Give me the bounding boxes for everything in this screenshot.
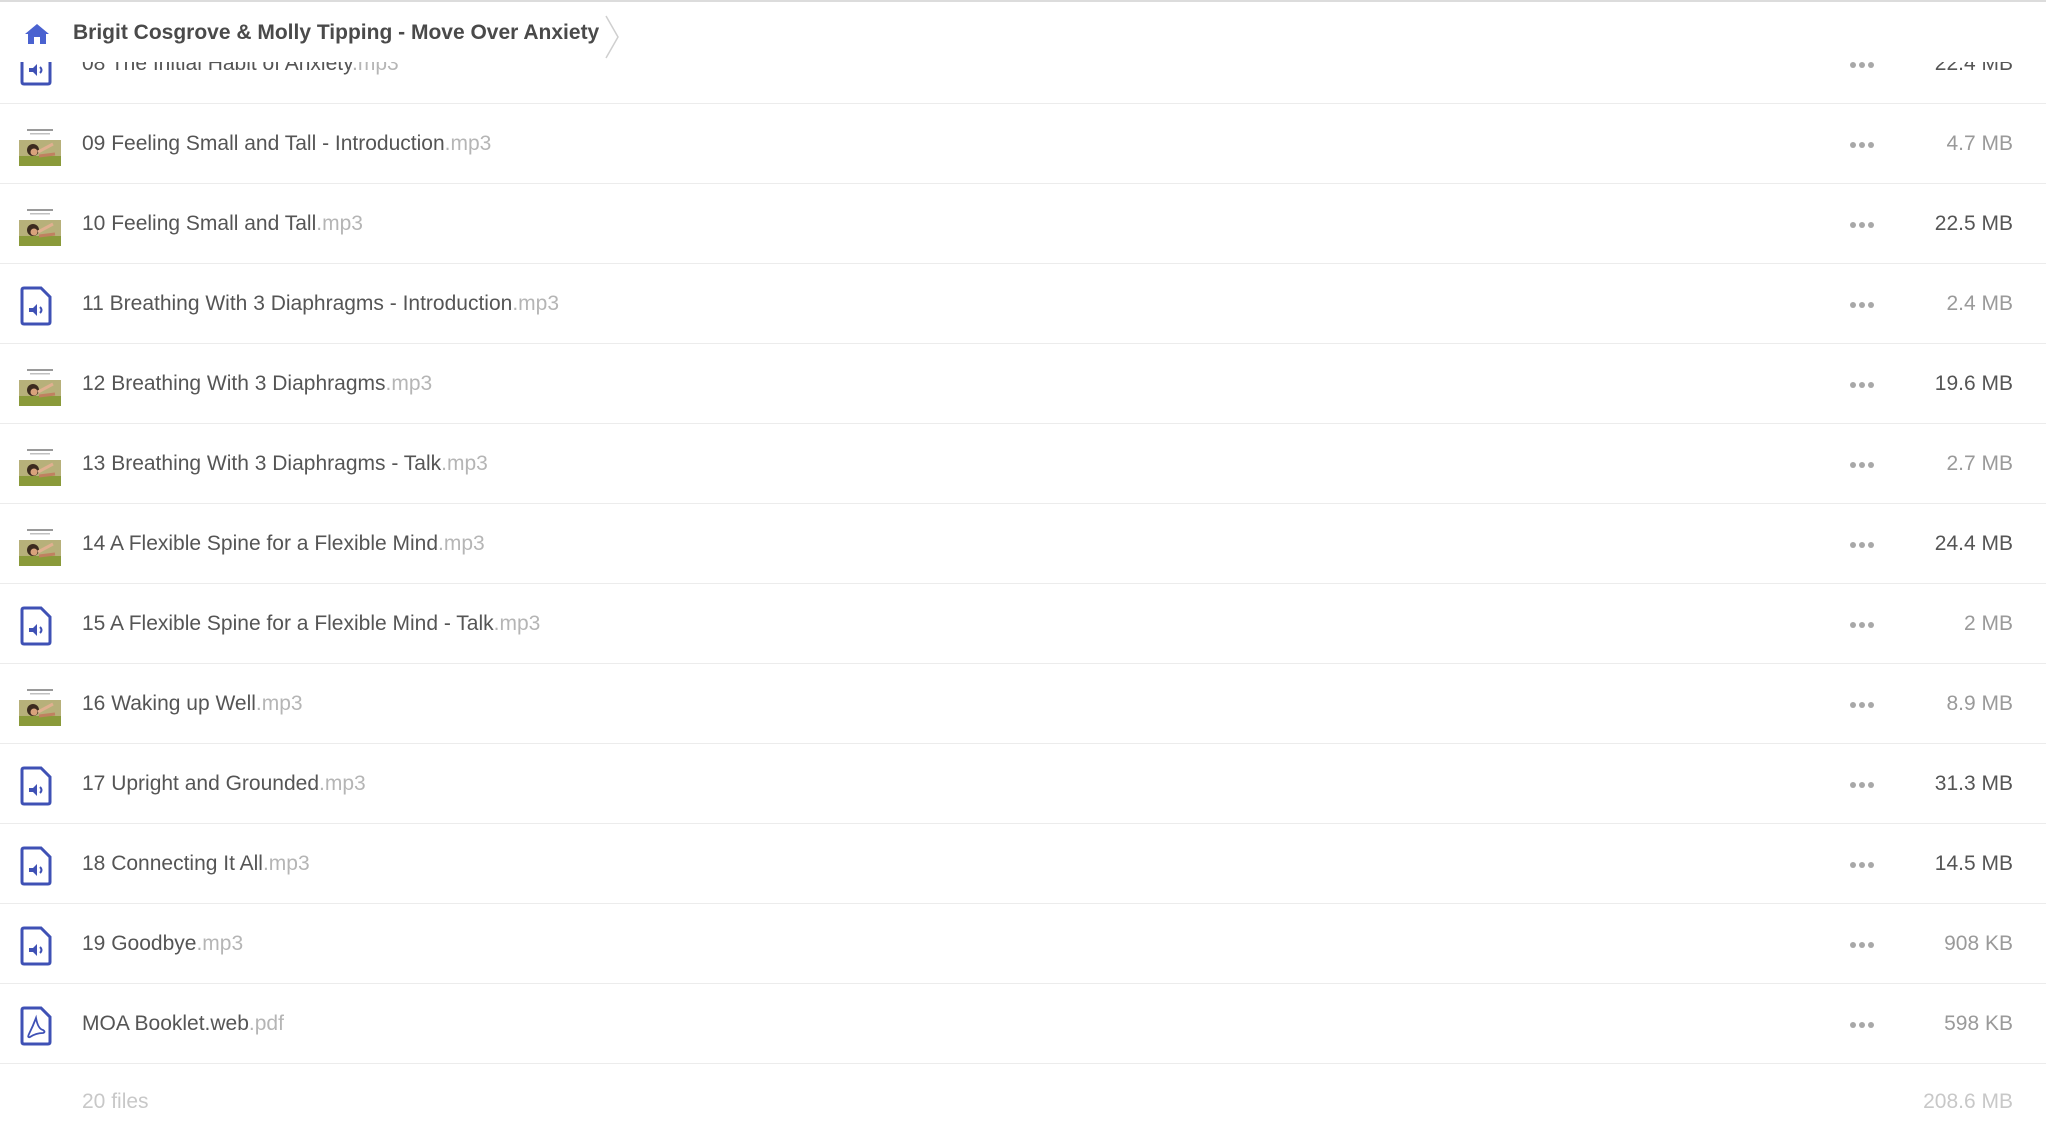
more-options-icon[interactable] (1846, 132, 1876, 156)
file-basename: 10 Feeling Small and Tall (82, 212, 317, 235)
album-thumbnail (19, 446, 61, 486)
audio-file-icon (18, 766, 54, 806)
file-row[interactable]: 17 Upright and Grounded.mp3 31.3 MB (0, 744, 2046, 824)
file-list-footer: 20 files 208.6 MB (0, 1064, 2046, 1125)
file-size: 22.5 MB (1934, 212, 2013, 235)
file-name[interactable]: MOA Booklet.web.pdf (82, 1010, 284, 1038)
file-extension: .mp3 (493, 612, 541, 635)
file-row[interactable]: 14 A Flexible Spine for a Flexible Mind.… (0, 504, 2046, 584)
file-row[interactable]: 09 Feeling Small and Tall - Introduction… (0, 104, 2046, 184)
file-basename: 14 A Flexible Spine for a Flexible Mind (82, 532, 439, 555)
file-name[interactable]: 17 Upright and Grounded.mp3 (82, 770, 366, 798)
album-thumbnail (19, 126, 61, 166)
file-extension: .mp3 (255, 692, 303, 715)
file-extension: .pdf (248, 1012, 284, 1035)
file-size: 4.7 MB (1946, 132, 2013, 155)
file-size: 8.9 MB (1946, 692, 2013, 715)
file-name[interactable]: 16 Waking up Well.mp3 (82, 690, 303, 718)
file-row[interactable]: 12 Breathing With 3 Diaphragms.mp3 19.6 M… (0, 344, 2046, 424)
more-options-icon[interactable] (1846, 372, 1876, 396)
file-name[interactable]: 18 Connecting It All.mp3 (82, 850, 310, 878)
file-basename: 13 Breathing With 3 Diaphragms - Talk (82, 452, 442, 475)
total-size: 208.6 MB (1923, 1090, 2013, 1113)
more-options-icon[interactable] (1846, 452, 1876, 476)
file-size: 2.4 MB (1946, 292, 2013, 315)
more-options-icon[interactable] (1846, 292, 1876, 316)
file-name[interactable]: 13 Breathing With 3 Diaphragms - Talk.mp… (82, 450, 488, 478)
file-size: 2 MB (1963, 612, 2013, 635)
file-extension: .mp3 (444, 132, 492, 155)
more-options-icon[interactable] (1846, 772, 1876, 796)
audio-file-icon (18, 926, 54, 966)
file-name[interactable]: 11 Breathing With 3 Diaphragms - Introdu… (82, 290, 559, 318)
file-basename: 12 Breathing With 3 Diaphragms (82, 372, 386, 395)
album-thumbnail (19, 686, 61, 726)
file-name[interactable]: 15 A Flexible Spine for a Flexible Mind … (82, 610, 540, 638)
file-name[interactable]: 19 Goodbye.mp3 (82, 930, 243, 958)
audio-file-icon (18, 606, 54, 646)
file-size: 908 KB (1944, 932, 2013, 955)
file-browser: Brigit Cosgrove & Molly Tipping - Move O… (0, 0, 2046, 1125)
file-size: 31.3 MB (1934, 772, 2013, 795)
file-basename: 17 Upright and Grounded (82, 772, 319, 795)
pdf-file-icon (18, 1006, 54, 1046)
file-name[interactable]: 14 A Flexible Spine for a Flexible Mind.… (82, 530, 485, 558)
file-basename: 11 Breathing With 3 Diaphragms - Introdu… (82, 292, 513, 315)
file-row[interactable]: 15 A Flexible Spine for a Flexible Mind … (0, 584, 2046, 664)
file-size: 24.4 MB (1934, 532, 2013, 555)
file-size: 598 KB (1944, 1012, 2013, 1035)
file-extension: .mp3 (512, 292, 560, 315)
file-size: 19.6 MB (1934, 372, 2013, 395)
file-row[interactable]: 16 Waking up Well.mp3 8.9 MB (0, 664, 2046, 744)
file-row[interactable]: 10 Feeling Small and Tall.mp3 22.5 MB (0, 184, 2046, 264)
file-basename: 16 Waking up Well (82, 692, 256, 715)
file-basename: 18 Connecting It All (82, 852, 263, 875)
file-extension: .mp3 (196, 932, 244, 955)
file-row[interactable]: 11 Breathing With 3 Diaphragms - Introdu… (0, 264, 2046, 344)
more-options-icon[interactable] (1846, 532, 1876, 556)
file-name[interactable]: 09 Feeling Small and Tall - Introduction… (82, 130, 491, 158)
file-size: 2.7 MB (1946, 452, 2013, 475)
more-options-icon[interactable] (1846, 932, 1876, 956)
file-row[interactable]: 18 Connecting It All.mp3 14.5 MB (0, 824, 2046, 904)
more-options-icon[interactable] (1846, 212, 1876, 236)
file-name[interactable]: 12 Breathing With 3 Diaphragms.mp3 (82, 370, 432, 398)
file-name[interactable]: 10 Feeling Small and Tall.mp3 (82, 210, 363, 238)
file-row[interactable]: 13 Breathing With 3 Diaphragms - Talk.mp… (0, 424, 2046, 504)
file-basename: 09 Feeling Small and Tall - Introduction (82, 132, 445, 155)
home-icon[interactable] (24, 22, 50, 46)
file-size: 14.5 MB (1934, 852, 2013, 875)
file-extension: .mp3 (319, 772, 366, 795)
file-count: 20 files (82, 1090, 149, 1113)
album-thumbnail (19, 206, 61, 246)
more-options-icon[interactable] (1846, 612, 1876, 636)
file-row[interactable]: 19 Goodbye.mp3 908 KB (0, 904, 2046, 984)
file-basename: 15 A Flexible Spine for a Flexible Mind … (82, 612, 494, 635)
file-extension: .mp3 (385, 372, 433, 395)
breadcrumb-chevron-icon (605, 15, 619, 59)
file-row[interactable]: MOA Booklet.web.pdf 598 KB (0, 984, 2046, 1064)
file-list: 08 The Initial Habit of Anxiety.mp3 22.4 … (0, 24, 2046, 1064)
file-extension: .mp3 (441, 452, 488, 475)
file-extension: .mp3 (262, 852, 310, 875)
more-options-icon[interactable] (1846, 852, 1876, 876)
more-options-icon[interactable] (1846, 692, 1876, 716)
breadcrumb-bar: Brigit Cosgrove & Molly Tipping - Move O… (0, 0, 2046, 62)
album-thumbnail (19, 526, 61, 566)
breadcrumb-folder-title[interactable]: Brigit Cosgrove & Molly Tipping - Move O… (73, 21, 599, 45)
album-thumbnail (19, 366, 61, 406)
file-basename: 19 Goodbye (82, 932, 197, 955)
audio-file-icon (18, 846, 54, 886)
file-extension: .mp3 (316, 212, 363, 235)
more-options-icon[interactable] (1846, 1012, 1876, 1036)
audio-file-icon (18, 286, 54, 326)
file-basename: MOA Booklet.web (82, 1012, 249, 1035)
file-extension: .mp3 (438, 532, 485, 555)
